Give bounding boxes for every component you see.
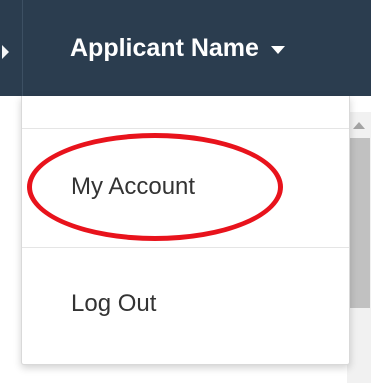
account-name-label: Applicant Name (70, 33, 259, 62)
scroll-up-arrow-icon[interactable] (353, 122, 365, 129)
menu-item-log-out[interactable]: Log Out (22, 248, 349, 363)
top-navbar: Applicant Name (0, 0, 371, 96)
menu-item-my-account[interactable]: My Account (22, 129, 349, 247)
account-dropdown-menu: My Account Log Out (21, 96, 350, 365)
page: Applicant Name My Account Log Out (0, 0, 371, 383)
account-menu-toggle[interactable]: Applicant Name (70, 30, 285, 66)
caret-left-icon[interactable] (2, 45, 16, 59)
menu-item-label: My Account (71, 173, 196, 200)
navbar-divider (22, 0, 23, 96)
menu-item-label: Log Out (71, 290, 157, 317)
caret-down-icon (270, 46, 285, 54)
scrollbar-thumb[interactable] (350, 138, 370, 308)
